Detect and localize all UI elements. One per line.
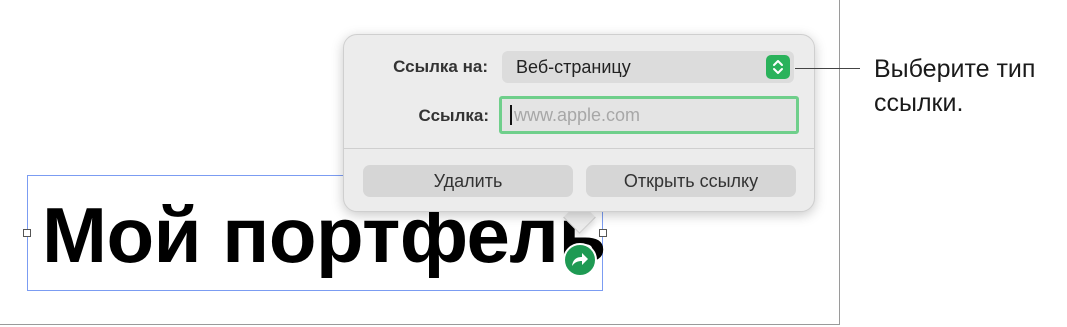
link-label: Ссылка: [418,106,489,125]
link-popover: Ссылка на: Веб-страницу Ссылка: www.appl… [343,34,815,212]
popover-divider [344,148,814,149]
chevron-updown-icon[interactable] [766,55,790,79]
link-url-input[interactable]: www.apple.com [499,96,799,134]
callout-leader-line [795,68,860,69]
text-caret [510,105,512,125]
link-to-label: Ссылка на: [393,57,488,76]
callout-line-2: ссылки. [874,89,964,117]
delete-link-button[interactable]: Удалить [363,165,573,197]
open-link-button[interactable]: Открыть ссылку [586,165,796,197]
callout-line-1: Выберите тип [874,55,1036,83]
link-url-placeholder: www.apple.com [514,105,641,125]
resize-handle-left[interactable] [23,229,31,237]
link-type-select[interactable]: Веб-страницу [502,51,794,83]
callout-label: Выберите тип ссылки. [874,52,1064,120]
resize-handle-right[interactable] [599,229,607,237]
link-type-value: Веб-страницу [516,57,631,77]
link-arrow-icon[interactable] [563,243,597,277]
